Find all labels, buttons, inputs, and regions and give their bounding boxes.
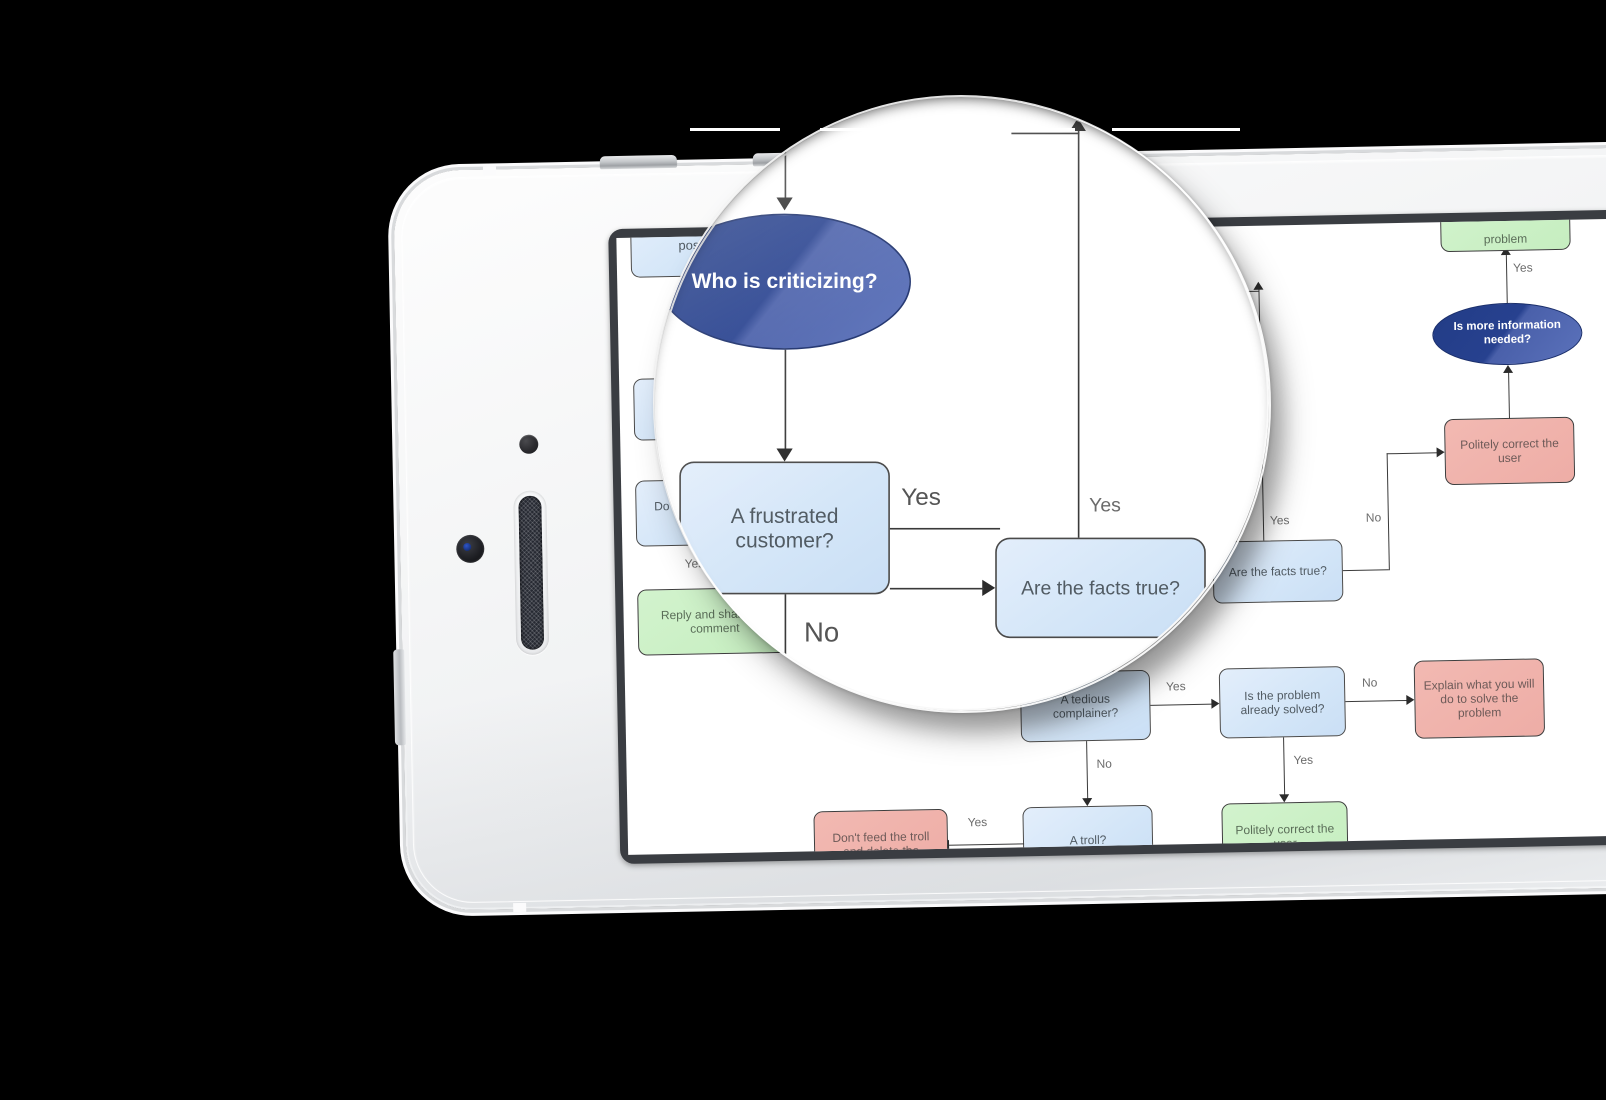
lens-highlight-stripe-3	[1112, 128, 1240, 131]
edge-label-no: No	[1361, 675, 1378, 690]
node-problem-top[interactable]: problem	[1439, 215, 1571, 253]
edge-tedious-no	[1086, 741, 1089, 802]
node-a-troll[interactable]: A troll?	[1022, 804, 1154, 855]
edge-criticism-to-who	[784, 101, 787, 203]
node-dont-feed-the-troll[interactable]: Don't feed the troll and delete the	[813, 808, 949, 855]
proximity-sensor-icon	[519, 434, 539, 454]
edge-facts-yes-up	[1077, 124, 1080, 538]
edge-facts-no-in	[1386, 452, 1439, 455]
node-label: Are the facts true?	[1021, 576, 1180, 600]
node-label: problem	[1483, 231, 1528, 247]
edge-label-no: No	[1096, 756, 1113, 771]
speaker-mesh	[518, 495, 545, 650]
edge-moreinfo-yes	[1505, 250, 1508, 303]
node-a-frustrated-customer-magnified[interactable]: A frustrated customer?	[679, 461, 890, 595]
edge-troll-yes	[948, 843, 1025, 846]
edge-label-yes: Yes	[1269, 513, 1290, 528]
edge-facts-yes-join	[1011, 132, 1080, 135]
edge-solved-no	[1345, 699, 1408, 703]
edge-frustrated-no	[784, 594, 787, 709]
node-politely-correct-user-red[interactable]: Politely correct the user	[1443, 416, 1576, 486]
node-label: Who is criticizing?	[691, 269, 878, 294]
earpiece-speaker-icon	[513, 490, 550, 656]
antenna-band-bottom	[513, 902, 527, 913]
node-are-the-facts-true-magnified[interactable]: Are the facts true?	[995, 537, 1206, 639]
edge-label-no: No	[800, 681, 826, 705]
edge-who-to-frustrated	[784, 349, 787, 454]
edge-frustrated-yes	[889, 527, 1001, 530]
arrowhead	[776, 197, 793, 211]
antenna-band-top	[482, 166, 497, 176]
arrowhead	[1279, 794, 1290, 803]
edge-politely-to-moreinfo	[1508, 368, 1510, 419]
lens-highlight-stripe-2	[820, 128, 1075, 131]
edge-facts-no-up	[1386, 453, 1390, 571]
node-label: Politely correct the user	[1459, 435, 1559, 466]
edge-facts-no-out	[1342, 569, 1389, 572]
arrowhead	[1406, 694, 1415, 705]
edge-solved-yes	[1283, 737, 1286, 798]
arrowhead	[982, 579, 996, 596]
edge-label-yes: Yes	[1089, 493, 1121, 517]
lens-magnified-content: positive No reaction Do yo Say "Thank Yo…	[655, 97, 1267, 709]
node-label: Explain what you will do to solve the pr…	[1423, 676, 1535, 721]
arrowhead	[1436, 447, 1445, 458]
node-politely-correct-user-green[interactable]: Politely correct the user	[1221, 801, 1349, 855]
node-who-is-criticizing-magnified[interactable]: Who is criticizing?	[658, 213, 911, 350]
node-label: Is more information needed?	[1453, 319, 1561, 347]
edge-into-facts-true	[889, 587, 984, 590]
edge-label-yes: Yes	[901, 484, 941, 512]
lens-highlight-stripe-1	[690, 128, 780, 131]
front-camera-icon	[456, 534, 485, 564]
screenshot-stage: positive No reaction Do yo Say "Thank Yo…	[0, 0, 1606, 1100]
edge-label-no: No	[1365, 510, 1382, 525]
edge-label-yes: Yes	[1293, 752, 1314, 768]
edge-label-no-big: No	[804, 617, 840, 648]
node-label: Politely correct the user	[1235, 821, 1335, 851]
node-label: Don't feed the troll and delete the	[832, 828, 930, 855]
node-label: A frustrated customer?	[730, 503, 839, 553]
node-label: A troll?	[1069, 832, 1107, 848]
edge-label-yes: Yes	[967, 815, 988, 830]
power-button[interactable]	[393, 649, 407, 746]
edge-label-yes: Yes	[1512, 260, 1533, 275]
node-explain-what-you-will-do[interactable]: Explain what you will do to solve the pr…	[1413, 658, 1546, 739]
magnifying-lens[interactable]: positive No reaction Do yo Say "Thank Yo…	[655, 97, 1267, 709]
node-is-more-information-needed[interactable]: Is more information needed?	[1431, 301, 1583, 367]
arrowhead	[1502, 364, 1514, 374]
arrowhead	[1082, 798, 1093, 807]
arrowhead	[776, 448, 793, 462]
